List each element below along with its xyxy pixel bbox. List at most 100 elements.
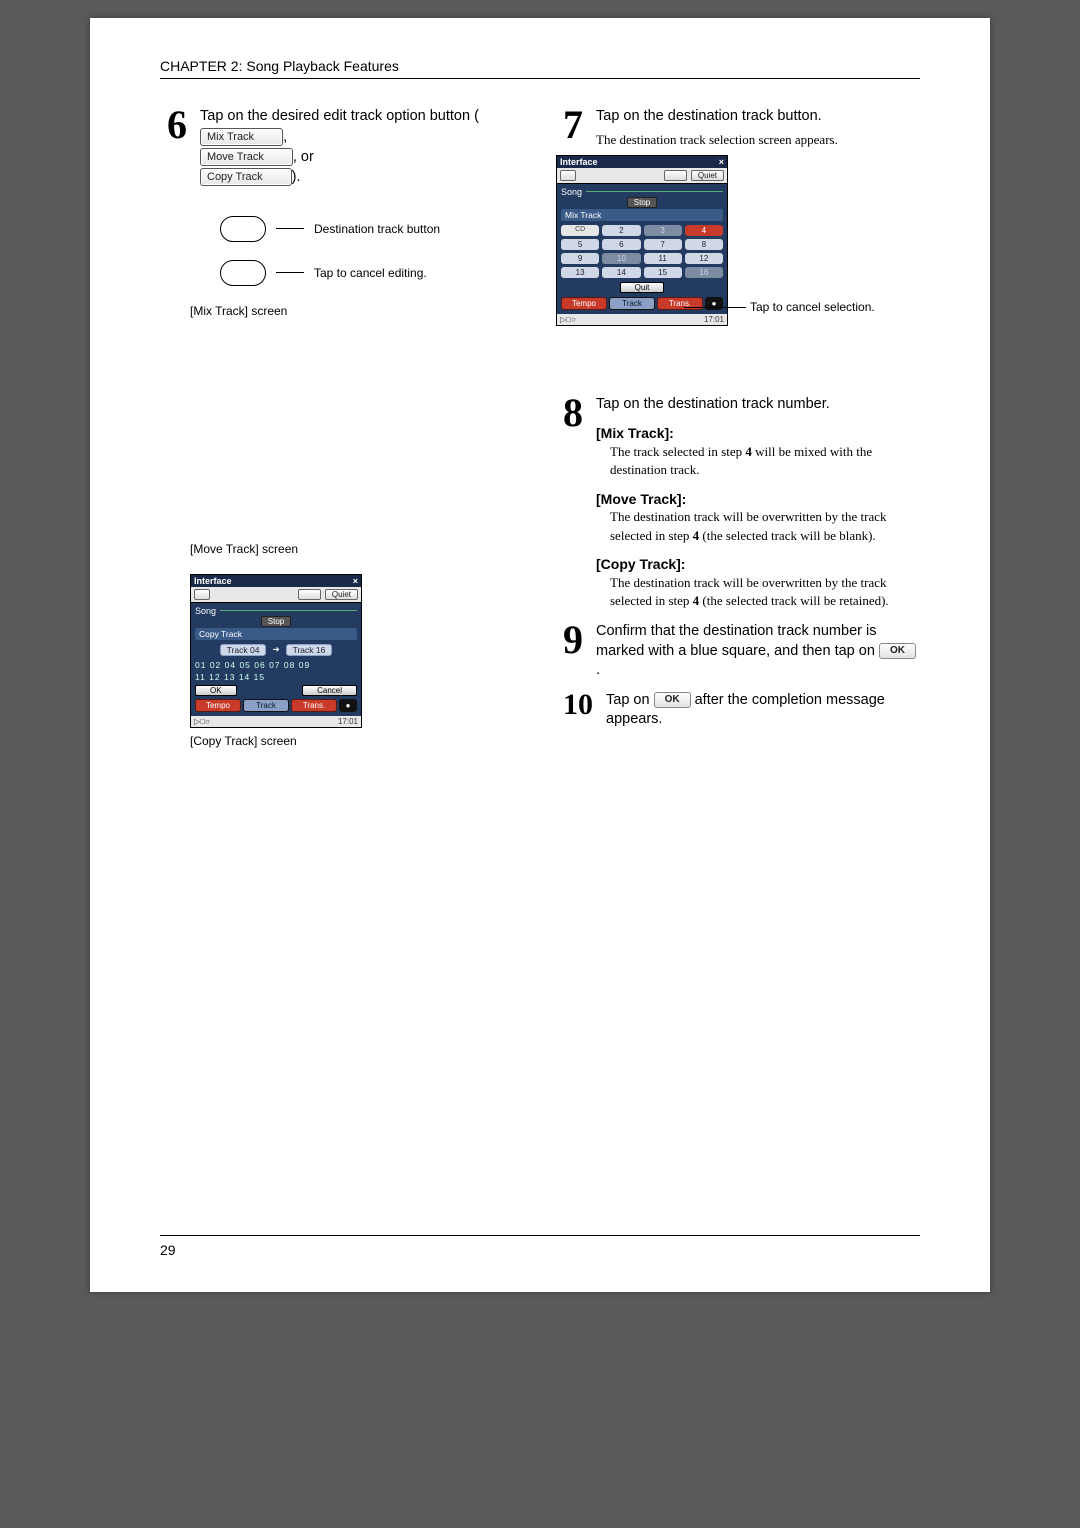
mix-track-body: The track selected in step 4 will be mix… xyxy=(610,443,920,479)
step8-title: Tap on the destination track number. xyxy=(596,395,920,415)
cell-11: 11 xyxy=(644,253,682,264)
cell-16: 16 xyxy=(685,267,723,278)
tab-tempo: Tempo xyxy=(561,297,607,310)
step-10-body: Tap on OK after the completion message a… xyxy=(606,691,920,730)
mix-track-chip: Mix Track xyxy=(200,128,283,146)
step-6: 6 Tap on the desired edit track option b… xyxy=(160,107,524,188)
mix-track-caption: [Mix Track] screen xyxy=(190,304,524,318)
move-track-head: [Move Track]: xyxy=(596,490,920,509)
cell-15: 15 xyxy=(644,267,682,278)
quiet-btn: Quiet xyxy=(691,170,724,181)
callout-line xyxy=(684,307,746,308)
leader-line-2 xyxy=(276,272,304,273)
page-number: 29 xyxy=(160,1242,920,1258)
ok-btn: OK xyxy=(195,685,237,696)
step9-a: Confirm that the destination track numbe… xyxy=(596,623,879,659)
cell-9: 9 xyxy=(561,253,599,264)
move-track-body: The destination track will be overwritte… xyxy=(610,508,920,544)
copy-track-screenshot: Interface× Quiet Song Stop Copy Track xyxy=(190,574,362,728)
ok-chip-9: OK xyxy=(879,643,916,659)
mix-a: The track selected in step xyxy=(610,444,745,459)
cell-13: 13 xyxy=(561,267,599,278)
step-7-body: Tap on the destination track button. The… xyxy=(596,107,920,149)
dest-track-label: Destination track button xyxy=(314,222,440,236)
cell-2: 2 xyxy=(602,225,640,236)
song-label: Song xyxy=(195,606,216,616)
callout-cancel-selection: Tap to cancel selection. xyxy=(750,300,875,314)
tab-dot: ● xyxy=(705,297,723,310)
cancel-edit-label: Tap to cancel editing. xyxy=(314,266,427,280)
mid-btn xyxy=(664,170,687,181)
step-9: 9 Confirm that the destination track num… xyxy=(556,622,920,681)
step-number-8: 8 xyxy=(556,397,590,429)
row1: 01 02 04 05 06 07 08 09 xyxy=(195,660,357,670)
cell-7: 7 xyxy=(644,239,682,250)
ok-chip-10: OK xyxy=(654,692,691,708)
left-btn xyxy=(194,589,210,600)
row2: 11 12 13 14 15 xyxy=(195,672,357,682)
foot-right: 17:01 xyxy=(704,315,724,324)
mid-btn xyxy=(298,589,321,600)
cell-10: 10 xyxy=(602,253,640,264)
step-number-10: 10 xyxy=(556,693,600,717)
step-8-body: Tap on the destination track number. [Mi… xyxy=(596,395,920,610)
tab-track: Track xyxy=(243,699,289,712)
step-7: 7 Tap on the destination track button. T… xyxy=(556,107,920,149)
tab-trans: Trans. xyxy=(291,699,337,712)
mode-label: Mix Track xyxy=(561,209,723,221)
cell-8: 8 xyxy=(685,239,723,250)
step-number-6: 6 xyxy=(160,109,194,141)
stop-btn: Stop xyxy=(627,197,657,208)
ss-title: Interface xyxy=(194,576,232,586)
foot-left: ▷□○ xyxy=(560,315,576,324)
track-from: Track 04 xyxy=(220,644,267,656)
step6-diagram: Destination track button Tap to cancel e… xyxy=(220,216,524,286)
step-number-7: 7 xyxy=(556,109,590,141)
step-number-9: 9 xyxy=(556,624,590,656)
footer-rule xyxy=(160,1235,920,1236)
copy-track-caption: [Copy Track] screen xyxy=(190,734,524,748)
dest-track-screenshot: Interface× Quiet Song Stop Mix T xyxy=(556,155,728,326)
tab-tempo: Tempo xyxy=(195,699,241,712)
quiet-btn: Quiet xyxy=(325,589,358,600)
step-6-body: Tap on the desired edit track option but… xyxy=(200,107,524,188)
copy-track-chip: Copy Track xyxy=(200,168,292,186)
copy-track-body: The destination track will be overwritte… xyxy=(610,574,920,610)
left-column: 6 Tap on the desired edit track option b… xyxy=(160,107,524,766)
header-rule xyxy=(160,78,920,79)
ss7-title: Interface xyxy=(560,157,598,167)
track-to: Track 16 xyxy=(286,644,333,656)
left-btn xyxy=(560,170,576,181)
close-icon: × xyxy=(719,157,724,167)
quit-btn: Quit xyxy=(620,282,665,293)
step9-b: . xyxy=(596,662,600,678)
manual-page: CHAPTER 2: Song Playback Features 6 Tap … xyxy=(90,18,990,1292)
copy-track-head: [Copy Track]: xyxy=(596,555,920,574)
close-icon: × xyxy=(353,576,358,586)
right-column: 7 Tap on the destination track button. T… xyxy=(556,107,920,766)
move-c: (the selected track will be blank). xyxy=(699,528,876,543)
cell-6: 6 xyxy=(602,239,640,250)
step6-text-a: Tap on the desired edit track option but… xyxy=(200,108,479,124)
copy-c: (the selected track will be retained). xyxy=(699,593,889,608)
step7-title: Tap on the destination track button. xyxy=(596,107,920,127)
step-10: 10 Tap on OK after the completion messag… xyxy=(556,691,920,730)
cell-3: 3 xyxy=(644,225,682,236)
leader-line-1 xyxy=(276,228,304,229)
close-paren: ). xyxy=(292,169,301,185)
step10-a: Tap on xyxy=(606,692,654,708)
sep1: , xyxy=(283,128,287,144)
dest-track-oval-icon xyxy=(220,216,266,242)
tab-track: Track xyxy=(609,297,655,310)
track-grid: CD 2 3 4 5 6 7 8 9 10 11 12 13 xyxy=(561,225,723,278)
step7-screenshot-wrap: Interface× Quiet Song Stop Mix T xyxy=(556,155,920,385)
cell-14: 14 xyxy=(602,267,640,278)
song-label: Song xyxy=(561,187,582,197)
tab-trans: Trans. xyxy=(657,297,703,310)
move-track-chip: Move Track xyxy=(200,148,293,166)
foot-right: 17:01 xyxy=(338,717,358,726)
cd-cell: CD xyxy=(561,225,599,236)
stop-btn: Stop xyxy=(261,616,291,627)
step-8: 8 Tap on the destination track number. [… xyxy=(556,395,920,610)
move-track-caption: [Move Track] screen xyxy=(190,542,524,556)
